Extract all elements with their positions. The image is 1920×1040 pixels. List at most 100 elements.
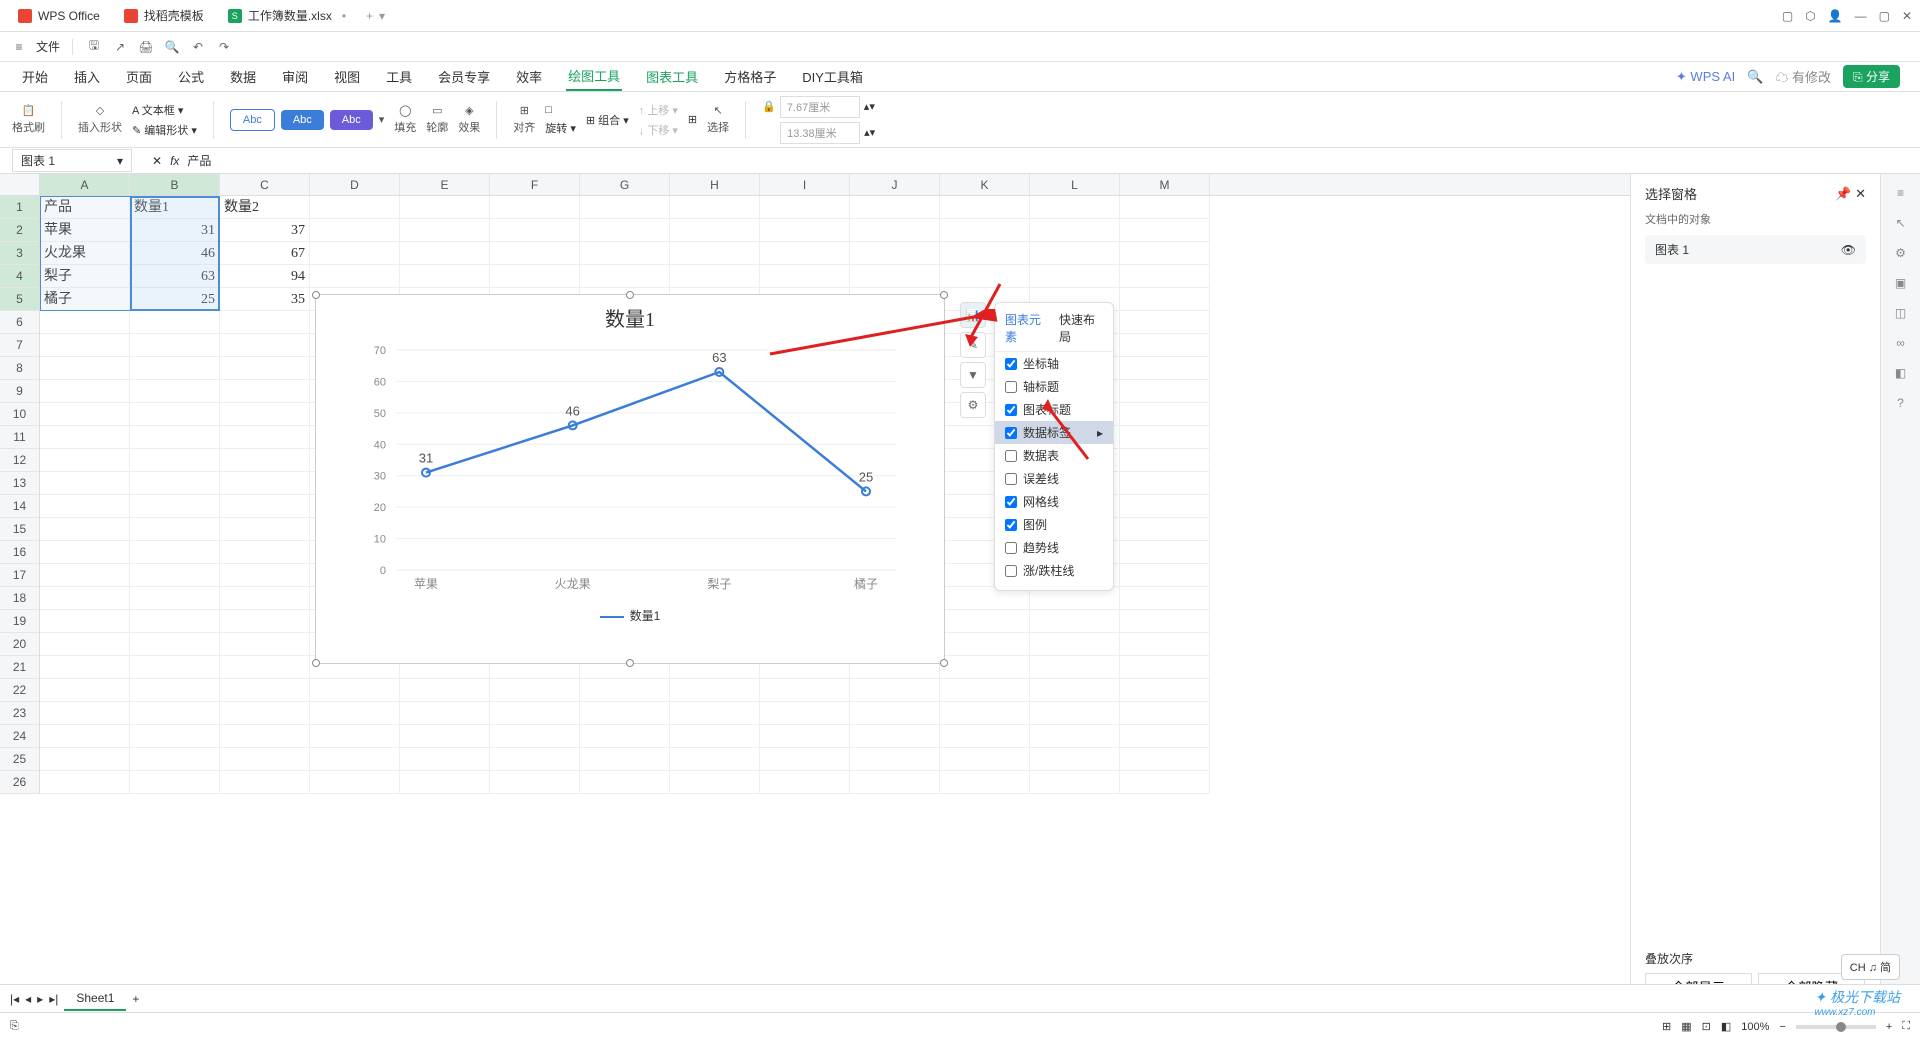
popup-item[interactable]: 轴标题 xyxy=(995,375,1113,398)
cell[interactable] xyxy=(760,702,850,724)
cell[interactable] xyxy=(130,449,220,471)
pin-icon[interactable]: 📌 xyxy=(1835,186,1851,201)
col-header[interactable]: E xyxy=(400,174,490,195)
cursor-icon[interactable]: ↖ xyxy=(1895,216,1905,230)
close-button[interactable]: ✕ xyxy=(1902,9,1912,23)
text-box-button[interactable]: A 文本框 ▾ xyxy=(132,102,197,118)
cell[interactable] xyxy=(220,403,310,425)
row-header[interactable]: 13 xyxy=(0,472,39,495)
style-icon[interactable]: ⚙ xyxy=(1895,246,1906,260)
shape-style-1[interactable]: Abc xyxy=(230,109,275,131)
cube-icon[interactable]: ⬡ xyxy=(1805,9,1815,23)
cell[interactable] xyxy=(940,265,1030,287)
cell[interactable]: 橘子 xyxy=(40,288,130,310)
cell[interactable] xyxy=(220,334,310,356)
cell[interactable] xyxy=(220,633,310,655)
save-icon[interactable]: 🖫 xyxy=(85,38,103,56)
cell[interactable] xyxy=(1120,541,1210,563)
cell[interactable] xyxy=(490,725,580,747)
popup-item[interactable]: 误差线 xyxy=(995,467,1113,490)
cell[interactable] xyxy=(1120,495,1210,517)
preview-icon[interactable]: 🔍 xyxy=(163,38,181,56)
row-header[interactable]: 17 xyxy=(0,564,39,587)
row-header[interactable]: 5 xyxy=(0,288,39,311)
cell[interactable] xyxy=(40,679,130,701)
cell[interactable] xyxy=(580,679,670,701)
cell[interactable] xyxy=(130,518,220,540)
ribbon-tab-chart[interactable]: 图表工具 xyxy=(644,63,700,90)
cell[interactable] xyxy=(760,748,850,770)
cell[interactable] xyxy=(1120,725,1210,747)
cell[interactable] xyxy=(220,679,310,701)
sheet-nav-first[interactable]: |◂ xyxy=(10,992,19,1006)
col-header[interactable]: J xyxy=(850,174,940,195)
row-header[interactable]: 24 xyxy=(0,725,39,748)
cell[interactable] xyxy=(400,748,490,770)
file-menu[interactable]: 文件 xyxy=(36,38,60,55)
row-header[interactable]: 3 xyxy=(0,242,39,265)
ribbon-tab-insert[interactable]: 插入 xyxy=(72,63,102,90)
cell[interactable]: 产品 xyxy=(40,196,130,218)
cell[interactable] xyxy=(130,748,220,770)
zoom-value[interactable]: 100% xyxy=(1741,1021,1769,1033)
pane-item-chart[interactable]: 图表 1👁 xyxy=(1645,235,1866,264)
cell[interactable] xyxy=(940,196,1030,218)
cell[interactable] xyxy=(40,495,130,517)
cell[interactable] xyxy=(220,495,310,517)
chart-filter-button[interactable]: ▼ xyxy=(960,362,986,388)
col-header[interactable]: C xyxy=(220,174,310,195)
cell[interactable] xyxy=(1120,265,1210,287)
cell[interactable] xyxy=(40,564,130,586)
cell[interactable] xyxy=(760,725,850,747)
wps-ai-button[interactable]: ✦ WPS AI xyxy=(1676,69,1735,85)
cell[interactable] xyxy=(760,219,850,241)
height-input[interactable]: 13.38厘米 xyxy=(780,122,860,144)
cell[interactable] xyxy=(220,656,310,678)
cell[interactable]: 31 xyxy=(130,219,220,241)
cell[interactable] xyxy=(670,265,760,287)
cell[interactable] xyxy=(1120,656,1210,678)
share-button[interactable]: ⎘ 分享 xyxy=(1843,65,1900,88)
cell[interactable] xyxy=(670,702,760,724)
align-button[interactable]: ⊞对齐 xyxy=(513,104,535,135)
name-box[interactable]: 图表 1▾ xyxy=(12,149,132,172)
cell[interactable] xyxy=(130,426,220,448)
cell[interactable] xyxy=(1120,380,1210,402)
cell[interactable] xyxy=(1030,679,1120,701)
cell[interactable] xyxy=(1030,656,1120,678)
cell[interactable] xyxy=(850,702,940,724)
cell[interactable] xyxy=(40,541,130,563)
fx-icon[interactable]: fx xyxy=(170,154,179,168)
close-pane-icon[interactable]: ✕ xyxy=(1855,186,1866,201)
cell[interactable] xyxy=(220,380,310,402)
row-header[interactable]: 4 xyxy=(0,265,39,288)
col-header[interactable]: A xyxy=(40,174,130,195)
cell[interactable] xyxy=(400,771,490,793)
cell[interactable] xyxy=(1120,357,1210,379)
cell[interactable] xyxy=(940,633,1030,655)
col-header[interactable]: G xyxy=(580,174,670,195)
cell[interactable] xyxy=(220,610,310,632)
cell[interactable] xyxy=(220,564,310,586)
popup-item[interactable]: 数据标签▸ xyxy=(995,421,1113,444)
ribbon-tab-review[interactable]: 审阅 xyxy=(280,63,310,90)
cell[interactable] xyxy=(1120,403,1210,425)
cell[interactable] xyxy=(130,403,220,425)
cell[interactable] xyxy=(1120,426,1210,448)
cell[interactable] xyxy=(130,610,220,632)
row-header[interactable]: 22 xyxy=(0,679,39,702)
spreadsheet-grid[interactable]: A B C D E F G H I J K L M 12345678910111… xyxy=(0,174,1630,1014)
tab-file[interactable]: S工作簿数量.xlsx• xyxy=(218,3,356,28)
search-icon[interactable]: 🔍 xyxy=(1747,69,1763,85)
row-header[interactable]: 2 xyxy=(0,219,39,242)
view-normal-icon[interactable]: ⊞ xyxy=(1662,1020,1671,1033)
cell[interactable] xyxy=(940,679,1030,701)
cell[interactable] xyxy=(1030,242,1120,264)
cell[interactable] xyxy=(940,610,1030,632)
rotate-button[interactable]: 旋转 ▾ xyxy=(545,120,576,136)
cell[interactable] xyxy=(1120,610,1210,632)
shape-style-2[interactable]: Abc xyxy=(281,110,324,130)
cell[interactable] xyxy=(310,242,400,264)
cell[interactable] xyxy=(670,196,760,218)
cell[interactable] xyxy=(220,541,310,563)
